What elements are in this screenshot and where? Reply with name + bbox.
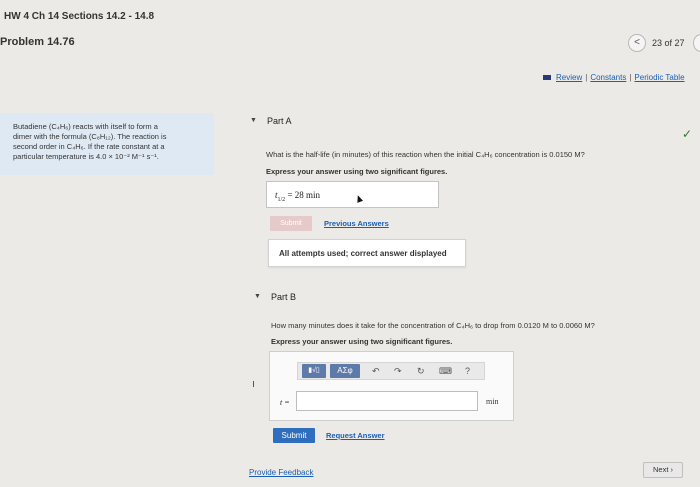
previous-answers-link[interactable]: Previous Answers [324,219,389,228]
review-link[interactable]: Review [556,73,582,82]
undo-icon[interactable]: ↶ [372,366,380,377]
previous-problem-button[interactable]: < [628,34,646,52]
part-b-label[interactable]: Part B [271,292,296,302]
templates-button[interactable]: ▮√▯ [302,364,326,378]
periodic-table-link[interactable]: Periodic Table [634,73,684,82]
answer-variable-label: t = [280,398,290,407]
problem-counter: 23 of 27 [652,38,685,48]
part-a-submit-button[interactable]: Submit [270,216,312,231]
constants-link[interactable]: Constants [590,73,626,82]
help-icon[interactable]: ? [465,366,470,376]
symbols-button[interactable]: ΑΣφ [330,364,360,378]
part-a-collapse-icon[interactable]: ▼ [250,117,257,124]
part-a-question: What is the half-life (in minutes) of th… [266,150,585,159]
check-icon: ✓ [682,127,693,141]
redo-icon[interactable]: ↷ [394,366,402,377]
problem-statement: Butadiene (C₄H₆) reacts with itself to f… [0,113,214,175]
unit-label: min [486,397,499,406]
provide-feedback-link[interactable]: Provide Feedback [249,468,313,477]
resource-links: Review | Constants | Periodic Table [543,73,685,82]
part-b-collapse-icon[interactable]: ▼ [254,293,261,300]
review-icon [543,75,551,81]
part-b-question: How many minutes does it take for the co… [271,321,595,330]
reset-icon[interactable]: ↻ [417,366,425,377]
divider [253,381,254,387]
part-b-instruction: Express your answer using two significan… [271,337,453,346]
problem-title: Problem 14.76 [0,36,75,48]
keyboard-icon[interactable]: ⌨ [439,366,452,377]
part-b-answer-input[interactable] [296,391,478,411]
attempts-message: All attempts used; correct answer displa… [268,239,466,267]
part-b-submit-button[interactable]: Submit [273,428,315,443]
assignment-title: HW 4 Ch 14 Sections 14.2 - 14.8 [4,11,155,22]
part-a-label[interactable]: Part A [267,116,292,126]
next-button[interactable]: Next › [643,462,683,478]
part-a-answer-field: t1/2 = 28 min [266,181,439,208]
request-answer-link[interactable]: Request Answer [326,431,385,440]
next-problem-button[interactable] [693,34,700,52]
part-a-instruction: Express your answer using two significan… [266,167,448,176]
